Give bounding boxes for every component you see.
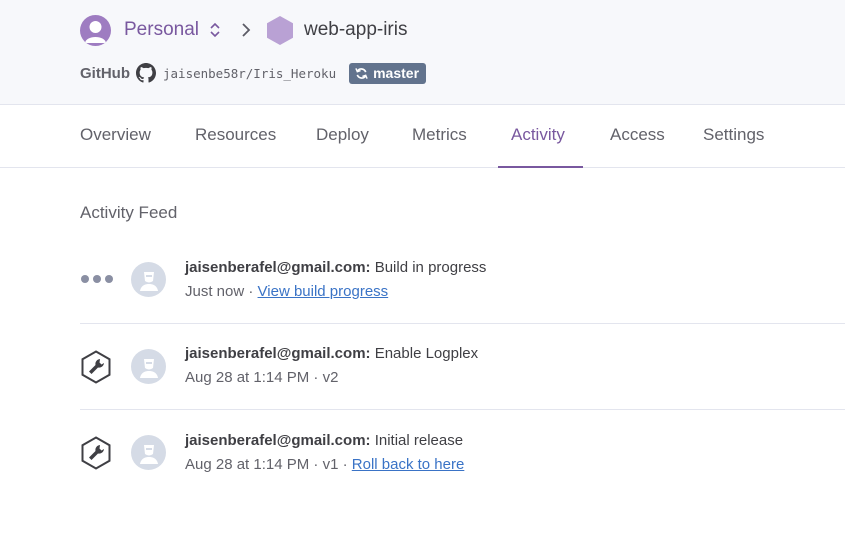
activity-summary: jaisenberafel@gmail.com: Enable Logplex (185, 345, 478, 362)
wrench-icon (80, 350, 112, 384)
github-label: GitHub (80, 64, 130, 82)
activity-meta: Just now · View build progress (185, 283, 388, 300)
tab-overview[interactable]: Overview (80, 105, 151, 168)
dots-progress-icon (80, 274, 114, 284)
activity-user-email: jaisenberafel@gmail.com: (185, 345, 371, 362)
github-repo-link[interactable]: jaisenbe58r/Iris_Heroku (163, 66, 336, 81)
activity-item: jaisenberafel@gmail.com: Enable Logplex … (80, 324, 845, 410)
tab-access[interactable]: Access (610, 105, 665, 168)
wrench-icon (80, 436, 112, 470)
activity-feed-title: Activity Feed (80, 203, 178, 222)
activity-message: Enable Logplex (374, 345, 479, 362)
activity-time: Just now · (185, 283, 258, 300)
breadcrumb: Personal web-app-iris (80, 14, 407, 46)
app-tabs: Overview Resources Deploy Metrics Activi… (0, 105, 845, 168)
user-silhouette-icon (85, 20, 106, 43)
account-avatar[interactable] (80, 14, 111, 46)
activity-time: Aug 28 at 1:14 PM · v1 · (185, 456, 352, 473)
user-avatar (131, 349, 166, 384)
sync-icon (355, 67, 368, 79)
switch-account-icon[interactable] (209, 22, 221, 38)
tab-resources[interactable]: Resources (195, 105, 276, 168)
default-avatar-icon (139, 271, 158, 291)
activity-message: Initial release (374, 432, 464, 449)
tab-settings[interactable]: Settings (703, 105, 764, 168)
view-build-progress-link[interactable]: View build progress (258, 283, 389, 300)
activity-item: jaisenberafel@gmail.com: Build in progre… (80, 238, 845, 324)
activity-summary: jaisenberafel@gmail.com: Build in progre… (185, 259, 486, 276)
active-tab-indicator (498, 166, 583, 168)
activity-user-email: jaisenberafel@gmail.com: (185, 432, 371, 449)
default-avatar-icon (139, 444, 158, 464)
roll-back-link[interactable]: Roll back to here (352, 456, 465, 473)
app-name[interactable]: web-app-iris (304, 19, 407, 41)
user-avatar (131, 262, 166, 297)
branch-name: master (373, 65, 420, 81)
branch-badge: master (349, 62, 427, 84)
activity-meta: Aug 28 at 1:14 PM · v1 · Roll back to he… (185, 456, 464, 473)
tab-deploy[interactable]: Deploy (316, 105, 369, 168)
activity-item: jaisenberafel@gmail.com: Initial release… (80, 410, 845, 496)
github-connection: GitHub jaisenbe58r/Iris_Heroku master (80, 61, 427, 85)
chevron-right-icon (241, 23, 251, 37)
activity-message: Build in progress (374, 259, 487, 276)
tab-activity[interactable]: Activity (511, 105, 565, 168)
activity-summary: jaisenberafel@gmail.com: Initial release (185, 432, 463, 449)
github-icon (136, 63, 156, 83)
user-avatar (131, 435, 166, 470)
app-header: Personal web-app-iris GitHub jaisenbe58r (0, 0, 845, 105)
activity-time: Aug 28 at 1:14 PM · v2 (185, 369, 339, 386)
tab-metrics[interactable]: Metrics (412, 105, 467, 168)
activity-meta: Aug 28 at 1:14 PM · v2 (185, 369, 338, 386)
account-name[interactable]: Personal (124, 19, 199, 41)
default-avatar-icon (139, 358, 158, 378)
activity-user-email: jaisenberafel@gmail.com: (185, 259, 371, 276)
app-hexagon-icon (267, 15, 293, 45)
